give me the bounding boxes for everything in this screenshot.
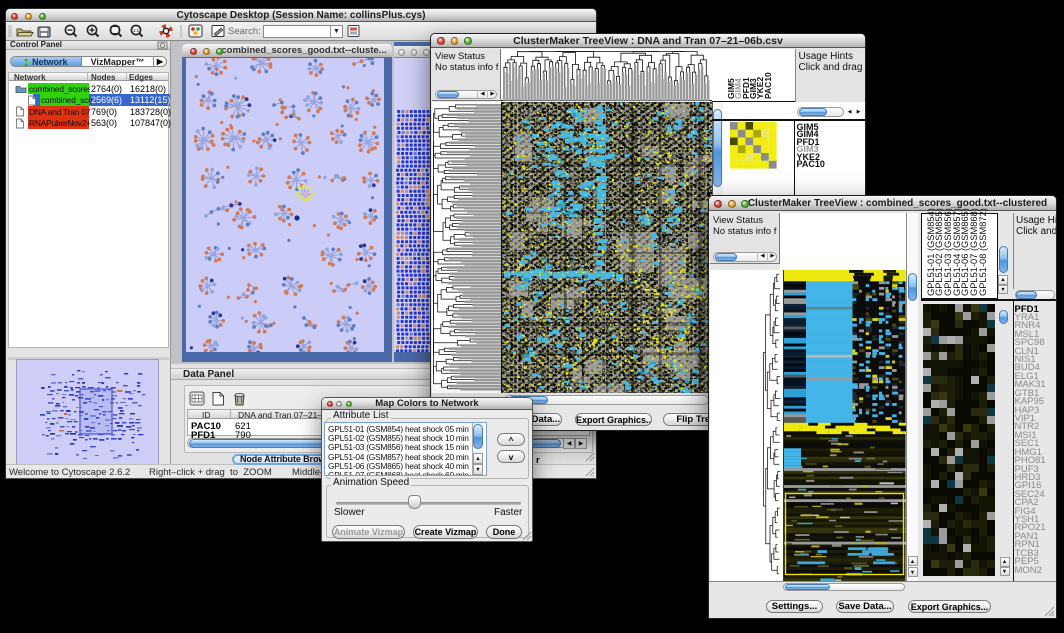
svg-text:Search:: Search: — [228, 26, 261, 37]
svg-text:1:1: 1:1 — [133, 28, 140, 33]
